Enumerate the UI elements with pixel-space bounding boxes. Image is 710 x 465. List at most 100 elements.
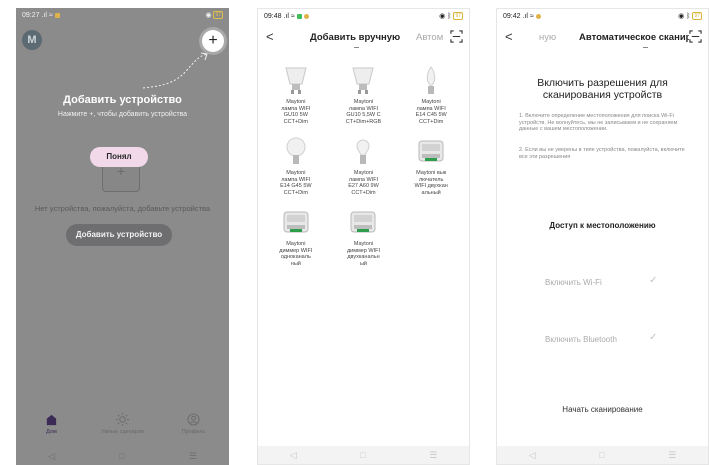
device-name: Maytoni вык лючатель WIFI двухкан альный <box>414 170 448 196</box>
app-notification-icon <box>303 13 309 19</box>
tab-add-manually[interactable]: Добавить вручную <box>310 32 400 43</box>
permissions-heading: Включить разрешения для сканирования уст… <box>537 77 668 101</box>
gu10-bulb-icon <box>352 67 375 94</box>
signal-icon: .ıl <box>522 12 528 20</box>
status-bar: 09:42 .ıl ≈ ◉ ᛒ 97 <box>497 9 708 23</box>
tab-smart-scenes-label: Умные сценарии <box>101 429 144 435</box>
nav-recents-icon[interactable]: ☰ <box>668 450 676 461</box>
start-scan-button[interactable]: Начать сканирование <box>497 405 708 414</box>
tab-add-manually[interactable]: ную <box>539 32 556 43</box>
system-nav-bar: ◁ □ ☰ <box>16 447 229 465</box>
add-device-hint: Нажмите +, чтобы добавить устройства <box>57 111 188 118</box>
tab-auto-scan[interactable]: Автом <box>416 32 443 43</box>
nav-recents-icon[interactable]: ☰ <box>189 451 197 462</box>
status-bar: 09:48 .ıl ≈ ◉ ᛒ 97 <box>258 9 469 23</box>
back-button[interactable]: < <box>266 29 274 44</box>
tab-home[interactable]: Дом <box>20 413 84 447</box>
tab-profile-label: Профиль <box>181 429 206 435</box>
alarm-icon: ◉ <box>678 13 685 20</box>
permissions-note-1: 1. Включите определение местоположения д… <box>519 113 678 132</box>
active-tab-indicator <box>354 47 359 48</box>
bluetooth-icon: ᛒ <box>447 12 452 20</box>
a60-bulb-icon <box>356 139 370 164</box>
wifi-icon: ≈ <box>290 12 295 20</box>
enable-wifi-button[interactable]: Включить Wi-Fi <box>545 278 602 287</box>
device-name: Maytoni диммер WIFI одноканаль ный <box>279 241 313 267</box>
system-nav-bar: ◁ □ ☰ <box>258 446 469 464</box>
header: < Добавить вручную Автом <box>258 29 469 49</box>
tab-home-label: Дом <box>46 429 57 435</box>
header: < ную Автоматическое сканир <box>497 29 708 49</box>
notification-icon <box>54 12 60 18</box>
got-it-button[interactable]: Понял <box>90 147 148 167</box>
battery-icon: 97 <box>213 11 223 19</box>
wifi-icon: ≈ <box>529 12 534 20</box>
battery-icon: 97 <box>692 12 702 20</box>
sun-icon <box>116 413 129 426</box>
device-name: Maytoni лампа WIFI GU10 5W CCT+Dim <box>281 99 311 125</box>
device-name: Maytoni лампа WIFI E14 C45 5W CCT+Dim <box>415 99 447 125</box>
app-notification-icon <box>535 13 541 19</box>
bottom-tab-bar: Дом Умные сценарии Профиль <box>16 413 229 447</box>
device-item[interactable]: Maytoni лампа WIFI GU10 5,5W C CT+Dim+RG… <box>330 64 398 125</box>
screen-home-empty: 09:27 .ıl ≈ ◉ 97 M + Добавить устройство… <box>16 8 229 465</box>
nav-back-icon[interactable]: ◁ <box>529 450 536 461</box>
device-name: Maytoni лампа WIFI E14 G45 5W CCT+Dim <box>280 170 312 196</box>
screen-auto-scan: 09:42 .ıl ≈ ◉ ᛒ 97 < ную Автоматическое … <box>496 8 709 465</box>
alarm-icon: ◉ <box>439 13 446 20</box>
status-bar: 09:27 .ıl ≈ ◉ 97 <box>16 8 229 22</box>
system-nav-bar: ◁ □ ☰ <box>497 446 708 464</box>
nav-recents-icon[interactable]: ☰ <box>429 450 437 461</box>
nav-home-icon[interactable]: □ <box>119 451 124 461</box>
nav-back-icon[interactable]: ◁ <box>48 451 55 462</box>
notification-icon <box>296 13 302 19</box>
add-device-title: Добавить устройство <box>63 94 182 106</box>
status-time: 09:48 <box>264 12 282 20</box>
nav-back-icon[interactable]: ◁ <box>290 450 297 461</box>
switch-module-icon <box>418 140 444 162</box>
globe-bulb-icon <box>286 137 306 164</box>
alarm-icon: ◉ <box>205 12 212 19</box>
empty-state-text: Нет устройства, пожалуйста, добавьте уст… <box>34 204 211 213</box>
battery-icon: 97 <box>453 12 463 20</box>
bluetooth-icon: ᛒ <box>686 12 691 20</box>
device-item[interactable]: Maytoni лампа WIFI E14 G45 5W CCT+Dim <box>262 135 330 196</box>
device-item[interactable]: Maytoni лампа WIFI E14 C45 5W CCT+Dim <box>397 64 465 125</box>
device-item[interactable]: Maytoni лампа WIFI E27 A60 9W CCT+Dim <box>330 135 398 196</box>
wifi-icon: ≈ <box>48 11 53 19</box>
dashed-arrow-icon <box>142 52 208 89</box>
device-item[interactable]: Maytoni лампа WIFI GU10 5W CCT+Dim <box>262 64 330 125</box>
tab-profile[interactable]: Профиль <box>162 413 226 447</box>
scan-qr-icon[interactable] <box>450 30 463 43</box>
nav-home-icon[interactable]: □ <box>360 450 365 460</box>
status-time: 09:42 <box>503 12 521 20</box>
device-item[interactable]: Maytoni диммер WIFI одноканаль ный <box>262 206 330 267</box>
wifi-check-icon: ✓ <box>649 275 658 286</box>
bluetooth-check-icon: ✓ <box>649 332 658 343</box>
device-name: Maytoni диммер WIFI двухканальн ый <box>346 241 381 267</box>
status-time: 09:27 <box>22 11 40 19</box>
tab-auto-scan[interactable]: Автоматическое сканир <box>579 32 691 43</box>
nav-home-icon[interactable]: □ <box>599 450 604 460</box>
home-icon <box>46 414 57 426</box>
location-access-button[interactable]: Доступ к местоположению <box>497 221 708 230</box>
gu10-bulb-icon <box>285 67 307 94</box>
back-button[interactable]: < <box>505 29 513 44</box>
permissions-note-2: 2. Если вы не уверены в типе устройства,… <box>519 147 685 160</box>
device-name: Maytoni лампа WIFI E27 A60 9W CCT+Dim <box>348 170 379 196</box>
signal-icon: .ıl <box>283 12 289 20</box>
enable-bluetooth-button[interactable]: Включить Bluetooth <box>545 335 617 344</box>
dimmer-module-icon <box>283 211 309 233</box>
profile-icon <box>187 413 200 426</box>
dimmer-module-icon <box>350 211 376 233</box>
device-name: Maytoni лампа WIFI GU10 5,5W C CT+Dim+RG… <box>345 99 382 125</box>
device-item[interactable]: Maytoni вык лючатель WIFI двухкан альный <box>397 135 465 196</box>
add-device-plus-button[interactable]: + <box>202 30 224 52</box>
app-logo: M <box>22 30 42 50</box>
scan-qr-icon[interactable] <box>689 30 702 43</box>
active-tab-indicator <box>643 47 648 48</box>
device-item[interactable]: Maytoni диммер WIFI двухканальн ый <box>330 206 398 267</box>
tab-smart-scenes[interactable]: Умные сценарии <box>91 413 155 447</box>
device-grid: Maytoni лампа WIFI GU10 5W CCT+Dim Mayton… <box>262 64 465 267</box>
add-device-button[interactable]: Добавить устройство <box>66 224 172 246</box>
